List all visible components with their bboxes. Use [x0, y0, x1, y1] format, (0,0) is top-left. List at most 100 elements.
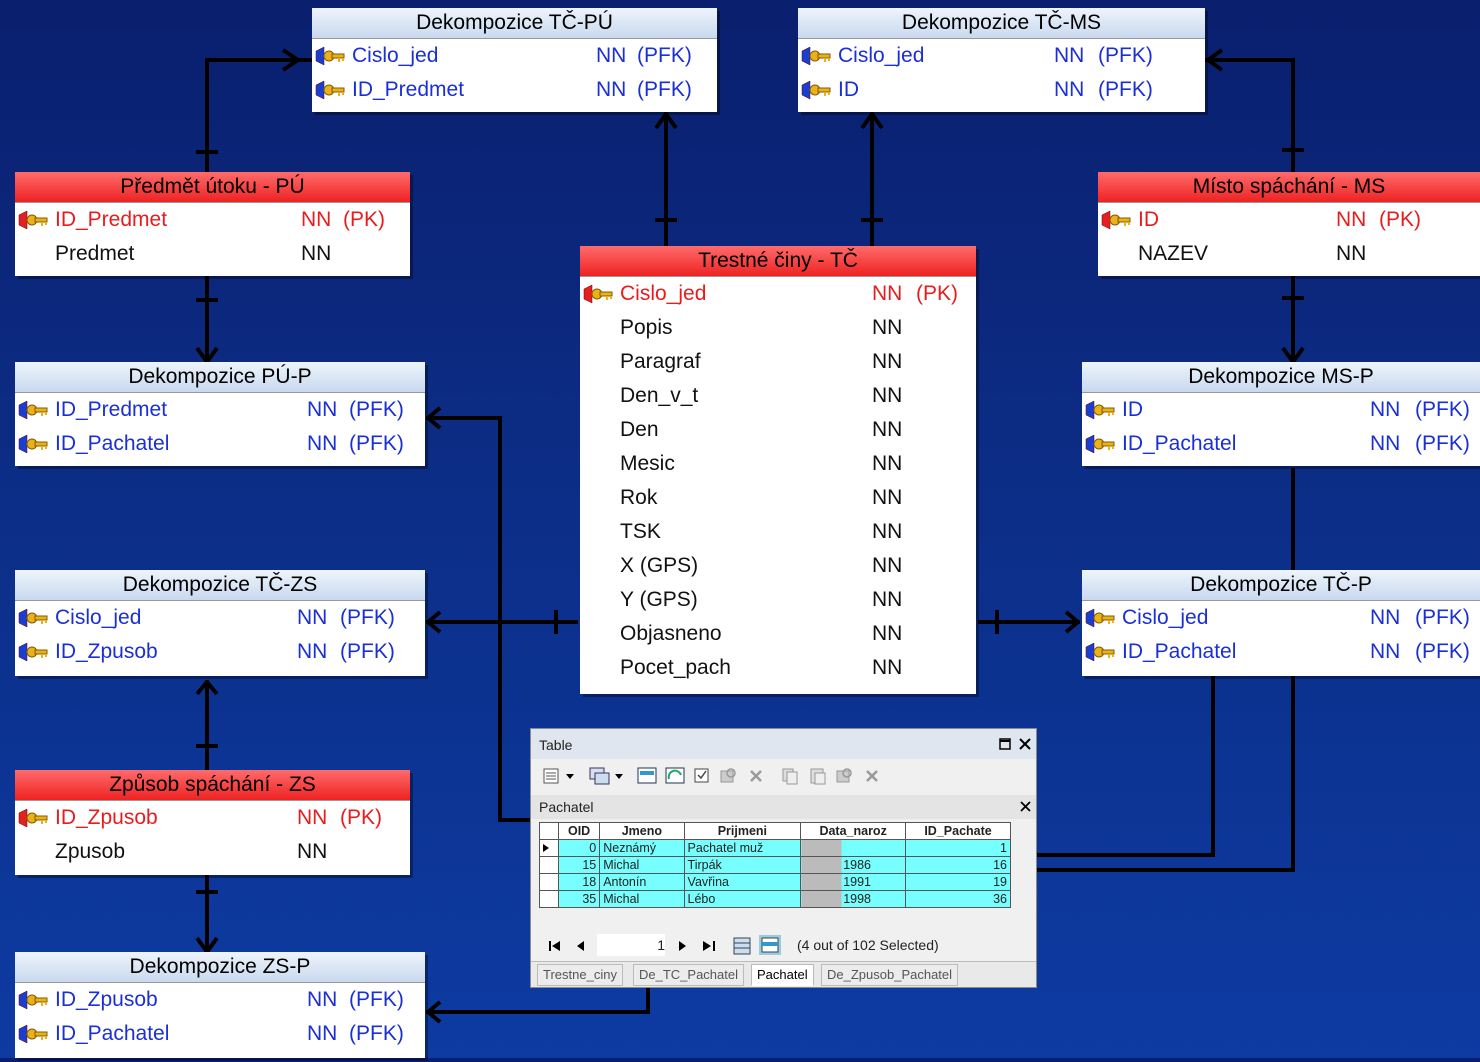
- select-by-attributes-icon[interactable]: [637, 767, 657, 785]
- attribute-row[interactable]: Cislo_jed NN (PFK): [798, 39, 1205, 73]
- entity-dekompozice-tc-zs[interactable]: Dekompozice TČ-ZS Cislo_jed NN (PFK) ID_Zpu…: [15, 570, 425, 676]
- attribute-row[interactable]: ID NN (PK): [1098, 203, 1480, 237]
- entity-dekompozice-zs-p[interactable]: Dekompozice ZS-P ID_Zpusob NN (PFK) ID_Pach…: [15, 952, 425, 1058]
- entity-trestne-ciny[interactable]: Trestné činy - TČ Cislo_jed NN (PK) Popis NN…: [580, 246, 976, 694]
- cell-id[interactable]: 36: [905, 890, 1011, 908]
- attribute-row[interactable]: Cislo_jed NN (PFK): [15, 601, 425, 635]
- attribute-row[interactable]: ID NN (PFK): [798, 73, 1205, 107]
- clear-selection-icon[interactable]: [693, 767, 711, 785]
- attribute-row[interactable]: Objasneno NN: [580, 617, 976, 651]
- column-header[interactable]: ID_Pachate: [905, 822, 1011, 840]
- attribute-row[interactable]: ID_Pachatel NN (PFK): [1082, 427, 1480, 461]
- cell-oid[interactable]: 15: [557, 856, 601, 874]
- attribute-row[interactable]: ID_Predmet NN (PFK): [15, 393, 425, 427]
- table-options-icon[interactable]: [543, 768, 559, 784]
- row-selector[interactable]: [539, 873, 559, 891]
- tab-trestne-ciny[interactable]: Trestne_ciny: [537, 964, 623, 986]
- show-all-records-icon[interactable]: [733, 937, 751, 955]
- attribute-row[interactable]: Paragraf NN: [580, 345, 976, 379]
- cell-jmeno[interactable]: Michal: [599, 890, 685, 908]
- cell-oid[interactable]: 35: [557, 890, 601, 908]
- cell-jmeno[interactable]: Michal: [599, 856, 685, 874]
- attribute-row[interactable]: Den_v_t NN: [580, 379, 976, 413]
- attribute-row[interactable]: Cislo_jed NN (PFK): [312, 39, 717, 73]
- record-number-field[interactable]: 1: [597, 934, 665, 956]
- cell-data[interactable]: 1986: [800, 856, 907, 874]
- attribute-row[interactable]: TSK NN: [580, 515, 976, 549]
- entity-dekompozice-pu-p[interactable]: Dekompozice PÚ-P ID_Predmet NN (PFK) ID_Pac…: [15, 362, 425, 466]
- switch-selection-icon[interactable]: [665, 767, 685, 785]
- close-icon[interactable]: [1019, 738, 1031, 750]
- attribute-row[interactable]: Cislo_jed NN (PFK): [1082, 601, 1480, 635]
- entity-misto-spachani[interactable]: Místo spáchání - MS ID NN (PK) NAZEV NN: [1098, 172, 1480, 276]
- row-selector[interactable]: [539, 890, 559, 908]
- entity-dekompozice-tc-pu[interactable]: Dekompozice TČ-PÚ Cislo_jed NN (PFK) ID_Pre…: [312, 8, 717, 112]
- show-selected-records-icon[interactable]: [759, 935, 781, 955]
- attribute-row[interactable]: Zpusob NN: [15, 835, 410, 869]
- attribute-row[interactable]: X (GPS) NN: [580, 549, 976, 583]
- attribute-row[interactable]: Den NN: [580, 413, 976, 447]
- close-table-icon[interactable]: [1020, 801, 1031, 812]
- row-selector[interactable]: [539, 856, 559, 874]
- tab-pachatel[interactable]: Pachatel: [751, 964, 814, 986]
- cell-prijmeni[interactable]: Vavřina: [683, 873, 802, 891]
- entity-dekompozice-tc-p[interactable]: Dekompozice TČ-P Cislo_jed NN (PFK) ID_Pach…: [1082, 570, 1480, 676]
- zoom-to-selected-icon[interactable]: [719, 767, 737, 785]
- attribute-row[interactable]: ID_Pachatel NN (PFK): [15, 427, 425, 461]
- table-row[interactable]: 0 Neznámý Pachatel muž 1: [539, 839, 1011, 857]
- tab-de-tc-pachatel[interactable]: De_TC_Pachatel: [633, 964, 744, 986]
- attribute-row[interactable]: ID_Predmet NN (PK): [15, 203, 410, 237]
- maximize-icon[interactable]: [999, 738, 1011, 750]
- cell-oid[interactable]: 0: [557, 839, 601, 857]
- dropdown-arrow-icon[interactable]: [615, 774, 623, 780]
- zoom-icon[interactable]: [835, 767, 853, 785]
- cell-prijmeni[interactable]: Tirpák: [683, 856, 802, 874]
- attribute-row[interactable]: ID_Zpusob NN (PFK): [15, 635, 425, 669]
- entity-zpusob-spachani[interactable]: Způsob spáchání - ZS ID_Zpusob NN (PK) Zpus…: [15, 770, 410, 875]
- delete-selected-icon[interactable]: [749, 769, 763, 783]
- attribute-row[interactable]: Y (GPS) NN: [580, 583, 976, 617]
- dropdown-arrow-icon[interactable]: [566, 774, 574, 780]
- attribute-row[interactable]: Predmet NN: [15, 237, 410, 271]
- attribute-row[interactable]: Pocet_pach NN: [580, 651, 976, 685]
- cell-data[interactable]: 1998: [800, 890, 907, 908]
- attribute-row[interactable]: NAZEV NN: [1098, 237, 1480, 271]
- attribute-row[interactable]: Mesic NN: [580, 447, 976, 481]
- cell-data[interactable]: 1991: [800, 873, 907, 891]
- attribute-row[interactable]: ID NN (PFK): [1082, 393, 1480, 427]
- attribute-row[interactable]: ID_Pachatel NN (PFK): [15, 1017, 425, 1051]
- row-selector[interactable]: [539, 839, 559, 857]
- attribute-row[interactable]: Rok NN: [580, 481, 976, 515]
- cell-id[interactable]: 16: [905, 856, 1011, 874]
- previous-record-icon[interactable]: [577, 941, 585, 951]
- copy-icon[interactable]: [781, 767, 799, 785]
- attribute-row[interactable]: ID_Pachatel NN (PFK): [1082, 635, 1480, 669]
- table-row[interactable]: 18 Antonín Vavřina 1991 19: [539, 873, 1011, 891]
- next-record-icon[interactable]: [679, 941, 687, 951]
- entity-dekompozice-ms-p[interactable]: Dekompozice MS-P ID NN (PFK) ID_Pachatel NN (…: [1082, 362, 1480, 466]
- column-header[interactable]: Jmeno: [599, 822, 685, 840]
- attribute-row[interactable]: Popis NN: [580, 311, 976, 345]
- attribute-table[interactable]: OID Jmeno Prijmeni Data_naroz ID_Pachate 0 Ne…: [539, 822, 1011, 908]
- cell-jmeno[interactable]: Neznámý: [599, 839, 685, 857]
- cell-oid[interactable]: 18: [557, 873, 601, 891]
- tab-de-zpusob-pachatel[interactable]: De_Zpusob_Pachatel: [821, 964, 959, 986]
- cell-id[interactable]: 19: [905, 873, 1011, 891]
- column-header[interactable]: Prijmeni: [683, 822, 802, 840]
- column-header[interactable]: OID: [557, 822, 601, 840]
- entity-predmet-utoku[interactable]: Předmět útoku - PÚ ID_Predmet NN (PK) Predm…: [15, 172, 410, 276]
- paste-icon[interactable]: [809, 767, 827, 785]
- attribute-row[interactable]: ID_Predmet NN (PFK): [312, 73, 717, 107]
- related-tables-icon[interactable]: [589, 767, 611, 785]
- table-row[interactable]: 15 Michal Tirpák 1986 16: [539, 856, 1011, 874]
- entity-dekompozice-tc-ms[interactable]: Dekompozice TČ-MS Cislo_jed NN (PFK) ID NN (P…: [798, 8, 1205, 112]
- column-header[interactable]: Data_naroz: [800, 822, 907, 840]
- attribute-row[interactable]: ID_Zpusob NN (PK): [15, 801, 410, 835]
- cell-id[interactable]: 1: [905, 839, 1011, 857]
- cell-prijmeni[interactable]: Lébo: [683, 890, 802, 908]
- cell-data[interactable]: [800, 839, 907, 857]
- cell-prijmeni[interactable]: Pachatel muž: [683, 839, 802, 857]
- last-record-icon[interactable]: [703, 941, 715, 951]
- table-window[interactable]: Table Pachatel OID Jmeno Prijmeni Data_naro…: [530, 728, 1037, 988]
- first-record-icon[interactable]: [549, 941, 561, 951]
